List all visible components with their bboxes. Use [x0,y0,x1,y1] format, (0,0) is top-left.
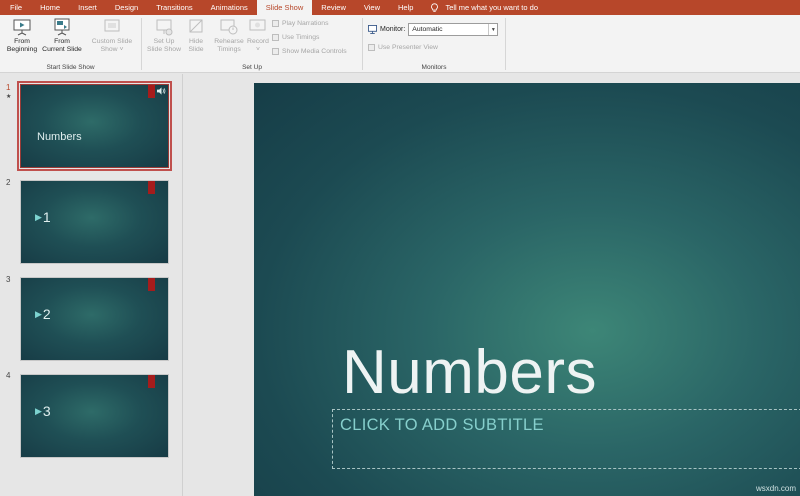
slideshow-from-beginning-icon [13,19,31,36]
slide-number-4: 4 [6,371,11,380]
thumbnail-title: Numbers [37,131,82,143]
thumbnail-bullet: ▶ 3 [35,403,51,419]
slide-animation-star-icon: ★ [6,94,12,100]
slide-accent-tab [148,375,155,388]
from-beginning-button[interactable]: From Beginning [5,17,39,54]
custom-slide-show-label-2: Show ˅ [100,46,124,53]
play-narrations-checkbox[interactable]: Play Narrations [272,20,328,27]
tell-me-label: Tell me what you want to do [445,3,538,12]
slide-title-text[interactable]: Numbers [342,337,597,408]
rehearse-timings-icon [220,19,238,35]
from-current-slide-button[interactable]: From Current Slide [40,17,84,54]
set-up-slide-show-label-1: Set Up [153,38,175,45]
slide-thumbnail-panel: 1 ★ Numbers 2 ▶ 1 3 ▶ 2 4 ▶ 3 [0,74,183,496]
monitor-icon [368,25,377,34]
hide-slide-label-2: Slide [188,46,204,53]
speaker-icon [157,87,166,95]
thumbnail-bullet-text: 1 [42,209,51,225]
set-up-group: Set Up Slide Show Hide Slide Rehearse Ti… [142,15,362,73]
record-label-2: ˅ [256,46,260,53]
show-media-controls-checkbox[interactable]: Show Media Controls [272,48,347,55]
record-icon [249,19,266,31]
slide-accent-tab [148,181,155,194]
set-up-group-label: Set Up [242,64,262,71]
thumbnail-bullet-text: 3 [42,403,51,419]
watermark-text: wsxdn.com [755,484,796,493]
tab-review[interactable]: Review [312,0,355,15]
subtitle-placeholder-text: CLICK TO ADD SUBTITLE [340,416,544,434]
record-button[interactable]: Record ˅ [245,17,271,54]
tab-view[interactable]: View [355,0,389,15]
slide-number-1: 1 [6,83,11,92]
start-slide-show-group-label: Start Slide Show [46,64,95,71]
chevron-down-icon: ▼ [488,24,497,35]
play-narrations-check-box [272,20,279,27]
use-presenter-view-check-box [368,44,375,51]
tab-file[interactable]: File [0,0,31,15]
ribbon: From Beginning From Current Slide Custom… [0,15,800,73]
tab-transitions[interactable]: Transitions [147,0,201,15]
from-beginning-label-2: Beginning [6,46,38,53]
play-narrations-label: Play Narrations [282,20,329,27]
hide-slide-button[interactable]: Hide Slide [182,17,210,54]
bullet-arrow-icon: ▶ [35,405,42,416]
bullet-arrow-icon: ▶ [35,211,42,222]
slideshow-from-current-icon [54,18,70,36]
rehearse-timings-label-1: Rehearse [214,38,244,45]
monitors-group-label: Monitors [421,64,447,71]
hide-slide-icon [189,19,203,33]
rehearse-timings-button[interactable]: Rehearse Timings [212,17,246,54]
use-timings-check-box [272,34,279,41]
set-up-slide-show-label-2: Slide Show [146,46,181,53]
tab-home[interactable]: Home [31,0,69,15]
use-presenter-view-checkbox[interactable]: Use Presenter View [368,44,438,51]
slide-thumbnail-4[interactable]: ▶ 3 [20,374,169,458]
tab-design[interactable]: Design [106,0,147,15]
set-up-slide-show-icon [156,19,173,36]
custom-slide-show-button[interactable]: Custom Slide Show ˅ [88,17,136,54]
subtitle-placeholder[interactable]: CLICK TO ADD SUBTITLE [332,409,800,469]
main-slide-canvas[interactable]: Numbers CLICK TO ADD SUBTITLE wsxdn.com [254,83,800,496]
custom-slide-show-icon [104,19,120,32]
set-up-slide-show-button[interactable]: Set Up Slide Show [144,17,184,54]
record-label-1: Record [247,38,269,45]
from-beginning-label-1: From [14,38,30,45]
tab-slide-show[interactable]: Slide Show [256,0,313,15]
hide-slide-label-1: Hide [189,38,203,45]
use-presenter-view-label: Use Presenter View [378,44,438,51]
show-media-controls-check-box [272,48,279,55]
rehearse-timings-label-2: Timings [217,46,241,53]
show-media-controls-label: Show Media Controls [282,48,347,55]
bullet-arrow-icon: ▶ [35,308,42,319]
slide-thumbnail-2[interactable]: ▶ 1 [20,180,169,264]
use-timings-label: Use Timings [282,34,320,41]
slide-number-3: 3 [6,275,11,284]
tell-me-search[interactable]: Tell me what you want to do [422,0,538,15]
custom-slide-show-label-1: Custom Slide [91,38,133,45]
ribbon-tab-bar: File Home Insert Design Transitions Anim… [0,0,800,15]
use-timings-checkbox[interactable]: Use Timings [272,34,319,41]
monitor-select-value: Automatic [412,26,443,33]
slide-accent-tab [148,85,155,98]
monitor-row: Monitor: Automatic ▼ [368,23,499,36]
from-current-label-1: From [54,38,70,45]
thumbnail-bullet: ▶ 1 [35,209,51,225]
lightbulb-icon [431,2,439,12]
tab-insert[interactable]: Insert [69,0,106,15]
tab-help[interactable]: Help [389,0,422,15]
ribbon-separator [505,18,506,70]
monitor-select[interactable]: Automatic ▼ [408,23,499,36]
tab-animations[interactable]: Animations [202,0,257,15]
slide-thumbnail-3[interactable]: ▶ 2 [20,277,169,361]
from-current-label-2: Current Slide [42,46,82,53]
slide-accent-tab [148,278,155,291]
slide-number-2: 2 [6,178,11,187]
start-slide-show-group: From Beginning From Current Slide Custom… [0,15,141,73]
monitor-label: Monitor: [380,26,406,33]
thumbnail-bullet: ▶ 2 [35,306,51,322]
thumbnail-bullet-text: 2 [42,306,51,322]
slide-thumbnail-1[interactable]: Numbers [17,81,172,171]
